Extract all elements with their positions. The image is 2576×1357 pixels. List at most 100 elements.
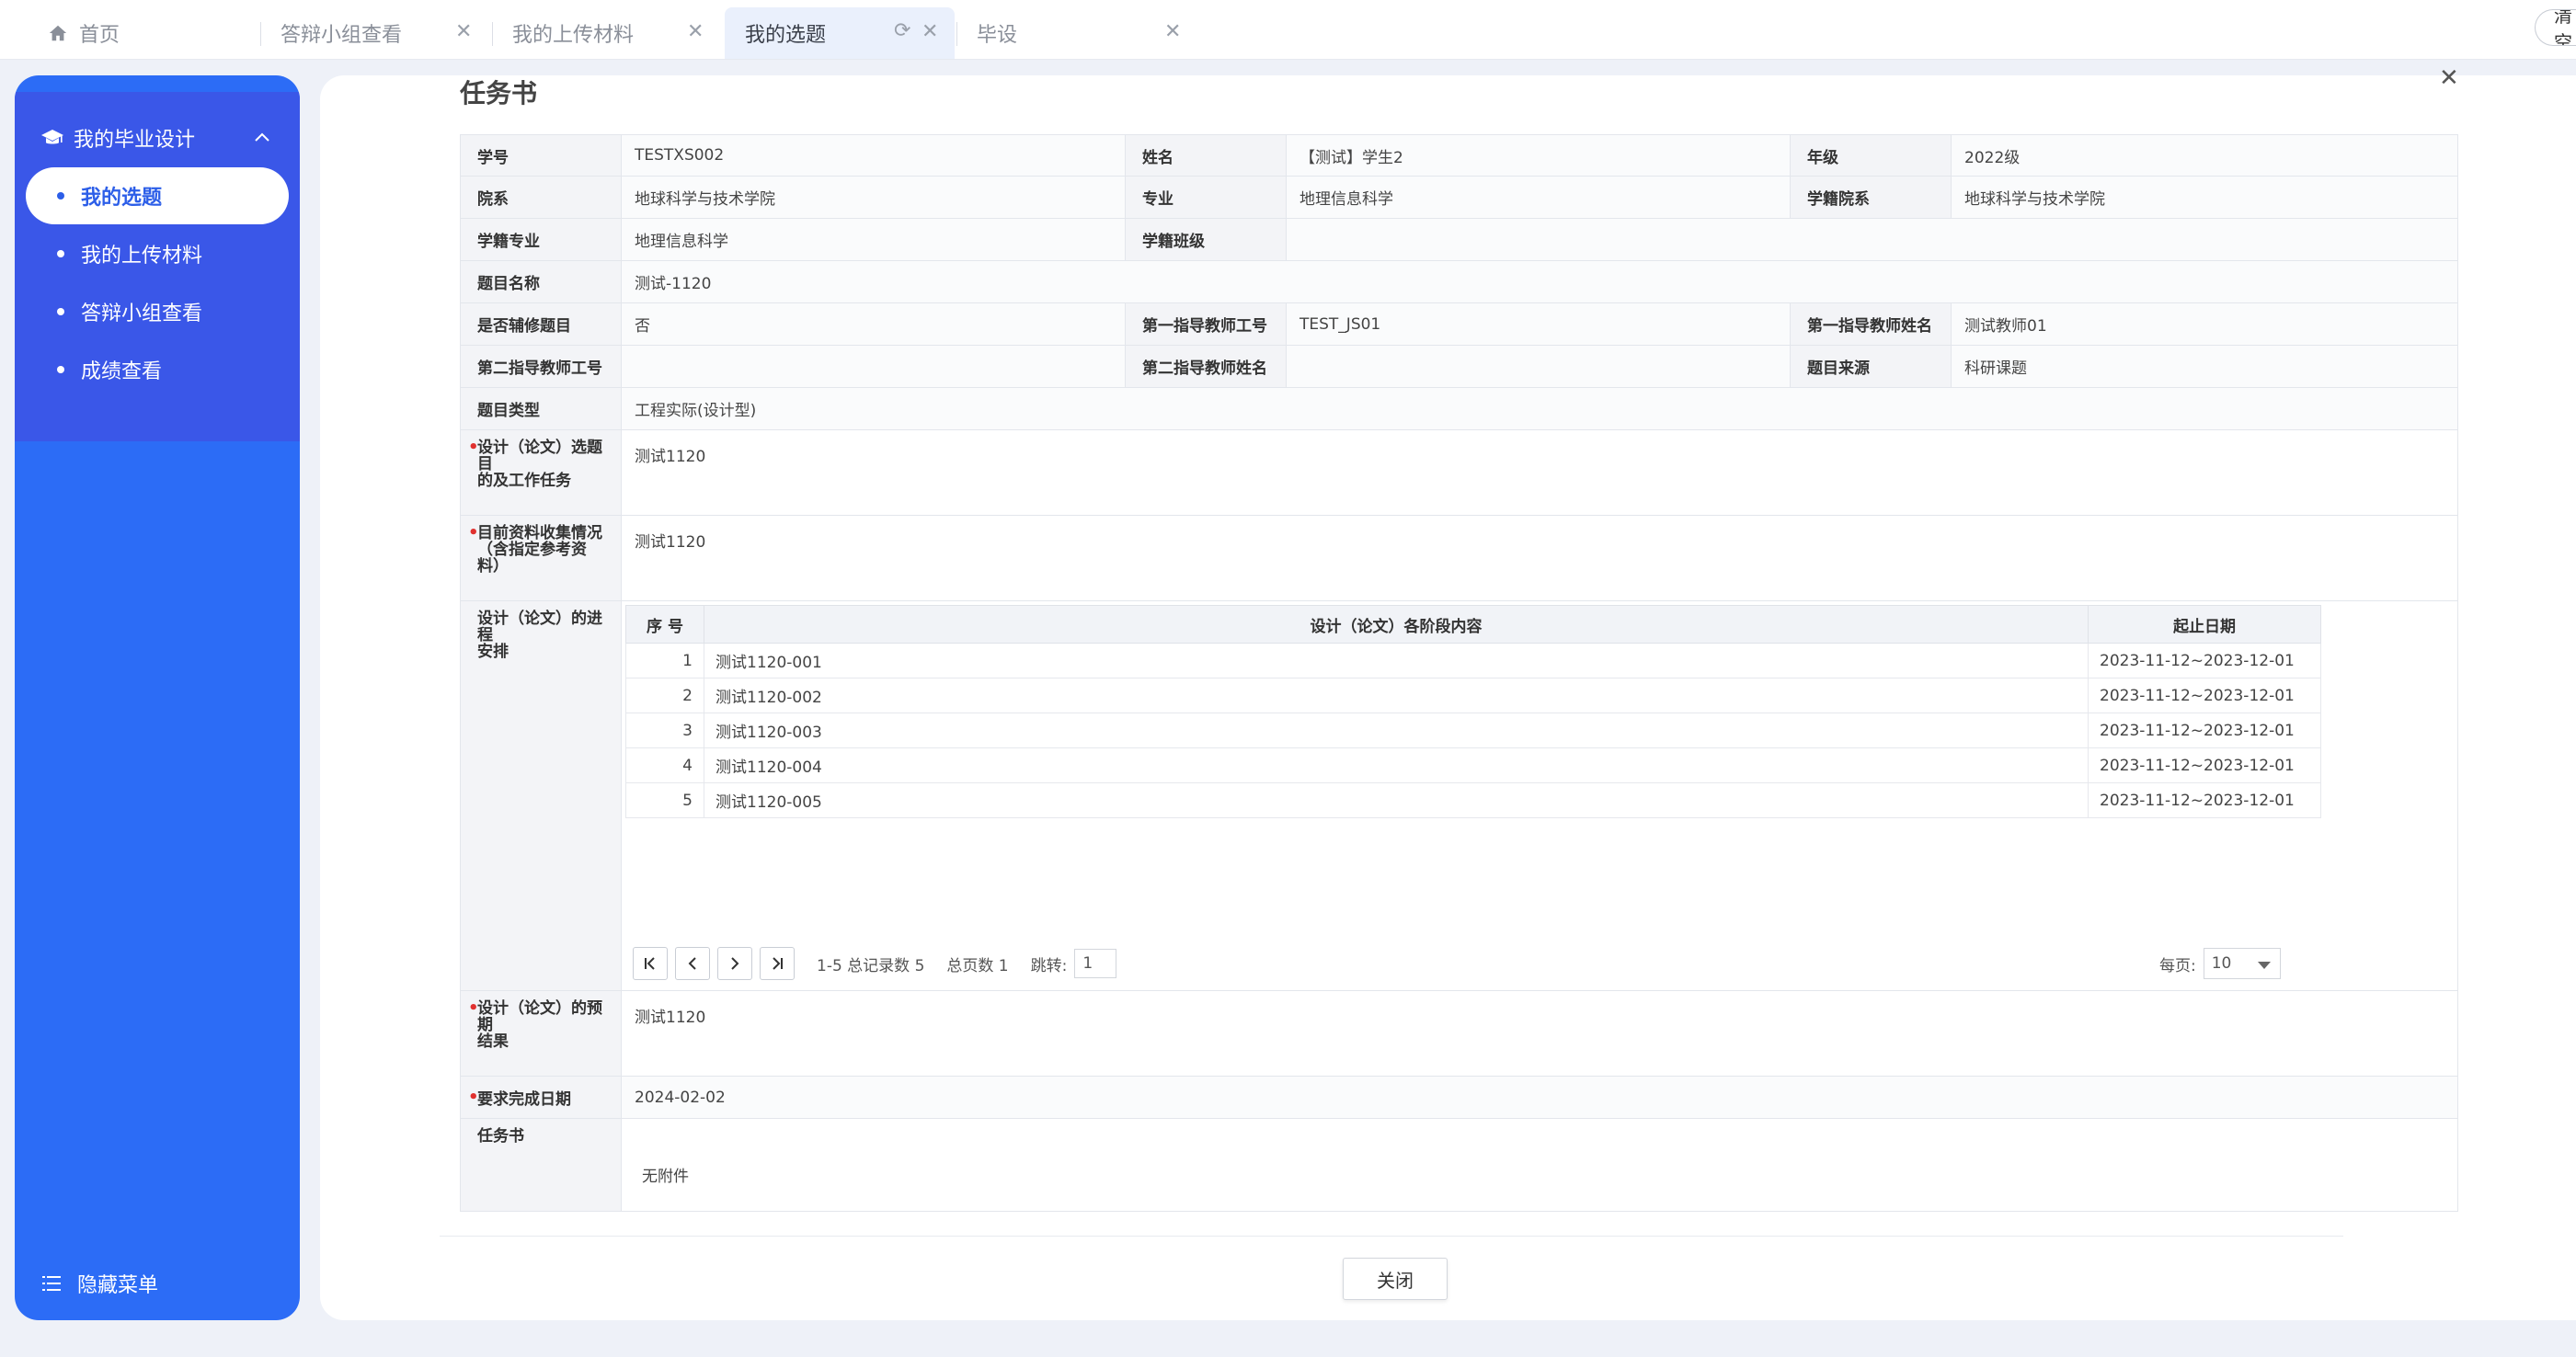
chevron-up-icon[interactable] [254,129,270,145]
field-label: • 设计（论文）的预期 结果 [461,991,622,1076]
sidebar-item-my-topic[interactable]: 我的选题 [26,167,289,224]
jump-page-input[interactable]: 1 [1074,949,1117,978]
taskbook-attachment-value: 无附件 [622,1119,2457,1211]
form-row: • 设计（论文）的预期 结果 测试1120 [461,991,2457,1077]
first-page-button[interactable] [633,947,668,980]
field-label: 任务书 [461,1119,622,1211]
tab-defense-group[interactable]: 答辩小组查看 ✕ [260,7,490,59]
form-row: • 目前资料收集情况 （含指定参考资料） 测试1120 [461,516,2457,601]
name-value: 【测试】学生2 [1287,135,1791,176]
divider [440,1236,2343,1237]
home-icon [49,25,67,41]
field-label: 第二指导教师姓名 [1126,346,1287,387]
form-row: 题目名称 测试-1120 [461,261,2457,303]
sidebar-item-defense-group[interactable]: 答辩小组查看 [26,283,289,340]
tab-label: 我的上传材料 [512,24,635,47]
form-row: 是否辅修题目 否 第一指导教师工号 TEST_JS01 第一指导教师姓名 测试教… [461,303,2457,346]
sidebar-group-header[interactable]: 我的毕业设计 [40,120,289,156]
per-page: 每页: 10 [2159,948,2281,979]
field-label: 院系 [461,177,622,218]
menu-icon [42,1276,61,1291]
sidebar-item-label: 我的上传材料 [81,245,203,268]
required-marker: • [468,1088,479,1107]
source-value: 科研课题 [1952,346,2457,387]
required-marker: • [468,438,479,457]
close-icon[interactable]: ✕ [922,20,938,43]
table-row[interactable]: 1 测试1120-001 2023-11-12~2023-12-01 [625,643,2321,678]
form-row: 题目类型 工程实际(设计型) [461,388,2457,430]
table-row[interactable]: 3 测试1120-003 2023-11-12~2023-12-01 [625,713,2321,748]
field-label: • 目前资料收集情况 （含指定参考资料） [461,516,622,600]
field-label: 第二指导教师工号 [461,346,622,387]
field-label: 设计（论文）的进程 安排 [461,601,622,990]
sidebar-item-my-uploads[interactable]: 我的上传材料 [26,225,289,282]
jump-label: 跳转: [1030,956,1068,975]
form-row: 设计（论文）的进程 安排 序 号 设计（论文）各阶段内容 起止日期 1 测试11… [461,601,2457,991]
tab-graduation[interactable]: 毕设 ✕ [956,7,1186,59]
tab-home[interactable]: 首页 [28,7,258,59]
close-button[interactable]: 关闭 [1343,1258,1448,1300]
form-row: • 要求完成日期 2024-02-02 [461,1077,2457,1119]
chevron-left-icon [688,957,696,970]
prev-page-button[interactable] [675,947,710,980]
reg-dept-value: 地球科学与技术学院 [1952,177,2457,218]
major-value: 地理信息科学 [1287,177,1791,218]
last-page-button[interactable] [760,947,795,980]
table-row[interactable]: 5 测试1120-005 2023-11-12~2023-12-01 [625,782,2321,818]
sidebar-item-label: 成绩查看 [81,360,163,383]
sidebar-item-grades[interactable]: 成绩查看 [26,341,289,398]
close-icon[interactable]: ✕ [455,20,472,43]
field-label: 第一指导教师工号 [1126,303,1287,345]
chevron-right-icon [731,957,739,970]
field-label: 题目名称 [461,261,622,302]
hide-menu-label: 隐藏菜单 [77,1274,159,1297]
teacher1-name-value: 测试教师01 [1952,303,2457,345]
form-row: 学籍专业 地理信息科学 学籍班级 [461,219,2457,261]
deadline-value: 2024-02-02 [622,1077,2457,1118]
graduation-cap-icon [41,130,63,144]
table-row[interactable]: 2 测试1120-002 2023-11-12~2023-12-01 [625,678,2321,713]
refresh-icon[interactable]: ⟳ [894,19,910,42]
field-label: • 设计（论文）选题目 的及工作任务 [461,430,622,515]
type-value: 工程实际(设计型) [622,388,2457,429]
purpose-value: 测试1120 [622,430,2457,515]
table-row[interactable]: 4 测试1120-004 2023-11-12~2023-12-01 [625,747,2321,783]
dept-value: 地球科学与技术学院 [622,177,1126,218]
grade-value: 2022级 [1952,135,2457,176]
tab-my-topic[interactable]: 我的选题 ⟳ ✕ [725,7,955,59]
field-label: 专业 [1126,177,1287,218]
teacher2-id-value [622,346,1126,387]
page-count: 总页数 1 [946,956,1009,975]
per-page-select[interactable]: 10 [2203,948,2281,979]
sidebar-item-label: 答辩小组查看 [81,302,203,325]
tab-my-uploads[interactable]: 我的上传材料 ✕ [492,7,722,59]
field-label: 题目类型 [461,388,622,429]
tab-bar: 首页 答辩小组查看 ✕ 我的上传材料 ✕ 我的选题 ⟳ ✕ 毕设 ✕ 清空 [0,0,2576,60]
record-range: 1-5 总记录数 5 [817,956,925,975]
sidebar-group: 我的毕业设计 我的选题 我的上传材料 答辩小组查看 成绩查看 [15,92,300,441]
next-page-button[interactable] [717,947,752,980]
field-label: 学号 [461,135,622,176]
schedule-table: 序 号 设计（论文）各阶段内容 起止日期 1 测试1120-001 2023-1… [625,605,2321,818]
column-header-date: 起止日期 [2088,605,2321,644]
expected-value: 测试1120 [622,991,2457,1076]
column-header-content: 设计（论文）各阶段内容 [704,605,2089,644]
hide-menu-button[interactable]: 隐藏菜单 [42,1265,158,1302]
table-header-row: 序 号 设计（论文）各阶段内容 起止日期 [625,605,2321,644]
form-row: 任务书 无附件 [461,1119,2457,1211]
field-label: 学籍院系 [1791,177,1952,218]
close-icon[interactable]: ✕ [1164,20,1181,43]
tab-label: 首页 [79,24,120,47]
pagination: 1-5 总记录数 5 总页数 1 跳转: 1 每页: 10 [625,941,2557,986]
form-row: 第二指导教师工号 第二指导教师姓名 题目来源 科研课题 [461,346,2457,388]
reg-class-value [1287,219,2457,260]
first-page-icon [645,957,655,970]
page-title: 任务书 [460,78,538,108]
required-marker: • [468,998,479,1018]
field-label: 学籍班级 [1126,219,1287,260]
close-icon[interactable]: ✕ [687,20,704,43]
close-icon[interactable]: ✕ [2439,64,2459,92]
form-row: 院系 地球科学与技术学院 专业 地理信息科学 学籍院系 地球科学与技术学院 [461,177,2457,219]
clear-tabs-button[interactable]: 清空 [2535,9,2576,46]
teacher2-name-value [1287,346,1791,387]
